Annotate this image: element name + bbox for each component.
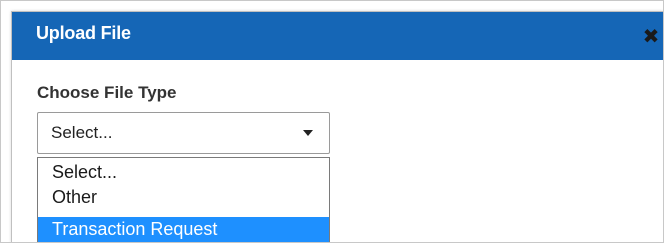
select-current-value: Select... [51,123,113,142]
screenshot-frame: Upload File ✖ Choose File Type Select...… [0,0,664,243]
option-transaction-request[interactable]: Transaction Request [38,217,329,242]
file-type-select[interactable]: Select... [37,112,330,154]
upload-file-dialog: Upload File ✖ Choose File Type Select...… [11,11,663,242]
dialog-titlebar: Upload File ✖ [12,12,663,60]
file-type-dropdown-list: Select... Other Transaction Request [37,157,330,242]
dialog-title: Upload File [36,23,131,43]
file-type-label: Choose File Type [37,83,177,102]
option-other[interactable]: Other [38,185,329,210]
option-select[interactable]: Select... [38,160,329,185]
chevron-down-icon[interactable] [303,130,313,136]
close-icon[interactable]: ✖ [638,22,663,50]
